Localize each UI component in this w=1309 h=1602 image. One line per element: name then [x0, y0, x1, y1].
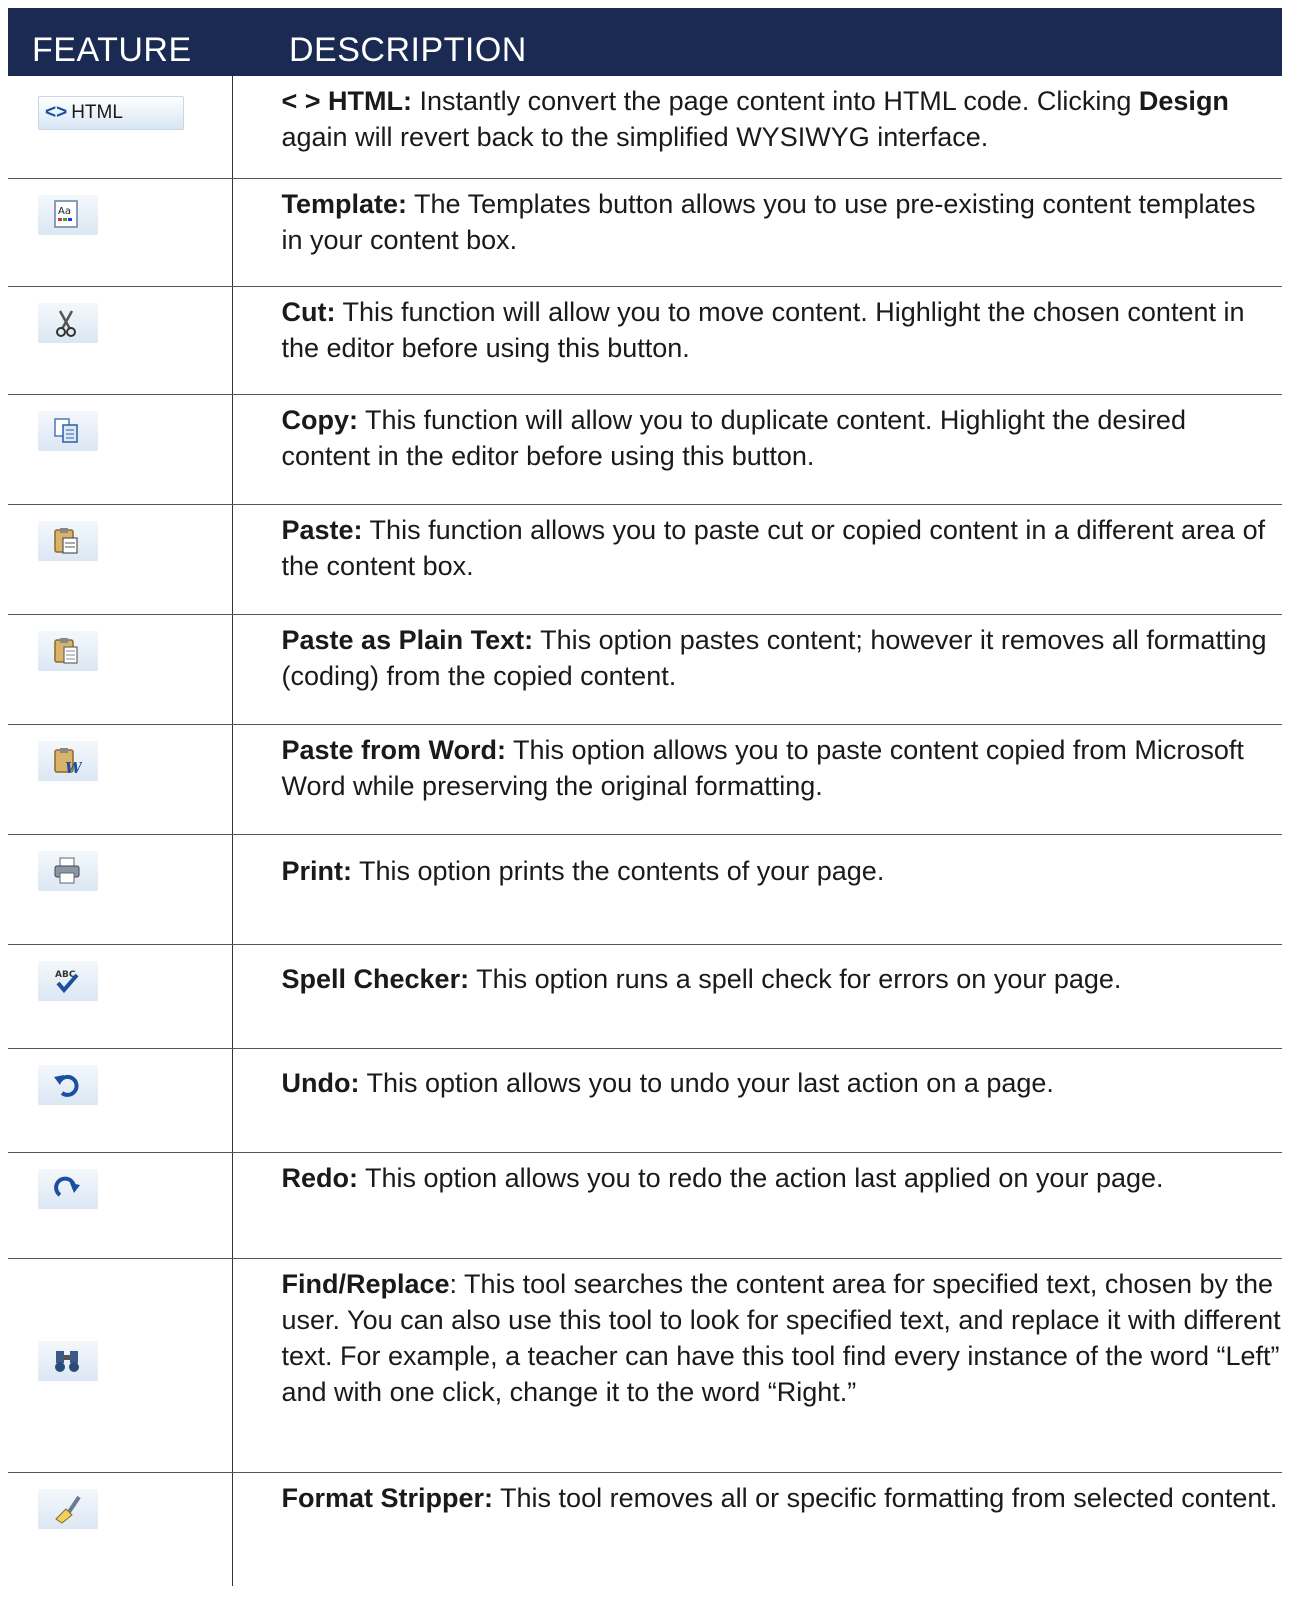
undo-icon[interactable]	[38, 1064, 98, 1105]
feature-title: < > HTML:	[281, 86, 413, 116]
feature-title: Paste as Plain Text:	[281, 624, 534, 655]
spell-check-icon[interactable]: ABC	[38, 960, 98, 1001]
table-row-undo: Undo: This option allows you to undo you…	[8, 1048, 1282, 1153]
template-icon[interactable]: Aa	[38, 194, 98, 235]
header-feature: FEATURE	[8, 8, 232, 76]
table-row-paste-word: W Paste from Word: This option allows yo…	[8, 724, 1282, 835]
feature-title: Format Stripper:	[281, 1482, 494, 1513]
print-icon[interactable]	[38, 850, 98, 891]
feature-title: Copy:	[281, 404, 359, 435]
svg-text:Aa: Aa	[58, 206, 71, 217]
table-header-row: FEATURE DESCRIPTION	[8, 8, 1282, 76]
feature-title: Redo:	[281, 1162, 359, 1193]
copy-icon[interactable]	[38, 410, 98, 451]
redo-icon[interactable]	[38, 1168, 98, 1209]
header-description: DESCRIPTION	[232, 8, 1282, 76]
table-row-copy: Copy: This function will allow you to du…	[8, 394, 1282, 505]
table-row-html: <> HTML < > HTML: Instantly convert the p…	[8, 76, 1282, 179]
feature-table: FEATURE DESCRIPTION <> HTML < > HTML: Ins…	[8, 8, 1282, 1586]
table-row-paste-plain: Paste as Plain Text: This option pastes …	[8, 614, 1282, 725]
paste-icon[interactable]	[38, 520, 98, 561]
table-row-print: Print: This option prints the contents o…	[8, 834, 1282, 945]
table-row-cut: Cut: This function will allow you to mov…	[8, 286, 1282, 395]
design-label: Design	[1138, 86, 1229, 116]
scissors-icon[interactable]	[38, 302, 98, 343]
feature-title: Cut:	[281, 296, 336, 327]
feature-title: Paste from Word:	[281, 734, 507, 765]
table-row-redo: Redo: This option allows you to redo the…	[8, 1152, 1282, 1259]
paste-plain-text-icon[interactable]	[38, 630, 98, 671]
feature-title: Print:	[281, 855, 353, 886]
feature-title: Paste:	[281, 514, 363, 545]
table-row-format-stripper: Format Stripper: This tool removes all o…	[8, 1472, 1282, 1586]
binoculars-icon[interactable]	[38, 1340, 98, 1381]
feature-title: Spell Checker:	[281, 963, 470, 994]
svg-text:W: W	[65, 759, 82, 777]
table-row-find-replace: Find/Replace: This tool searches the con…	[8, 1258, 1282, 1473]
table-row-template: Aa Template: The Templates button allows…	[8, 178, 1282, 287]
paste-from-word-icon[interactable]: W	[38, 740, 98, 781]
table-row-spell: ABC Spell Checker: This option runs a sp…	[8, 944, 1282, 1049]
format-stripper-icon[interactable]	[38, 1488, 98, 1529]
feature-title: Template:	[281, 188, 408, 219]
description-html: < > HTML: Instantly convert the page con…	[232, 76, 1282, 179]
html-icon[interactable]: <> HTML	[38, 96, 184, 130]
table-row-paste: Paste: This function allows you to paste…	[8, 504, 1282, 615]
feature-title: Undo:	[281, 1067, 360, 1098]
feature-title: Find/Replace	[281, 1268, 450, 1299]
